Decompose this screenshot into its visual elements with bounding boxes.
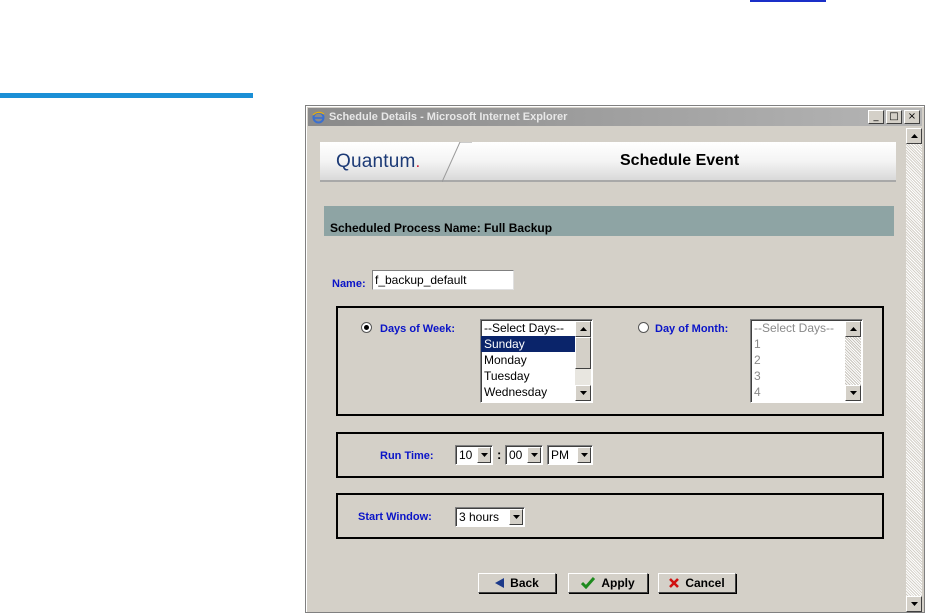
start-window-select[interactable]: 3 hours [455, 507, 525, 527]
run-time-ampm-value: PM [551, 448, 569, 462]
days-of-week-label: Days of Week: [380, 323, 455, 335]
list-item[interactable]: 3 [751, 368, 845, 384]
run-time-hour-select[interactable]: 10 [455, 445, 493, 465]
scroll-thumb[interactable] [575, 337, 591, 369]
days-of-week-scrollbar[interactable] [575, 321, 591, 401]
list-item[interactable]: 1 [751, 336, 845, 352]
window-title: Schedule Details - Microsoft Internet Ex… [329, 111, 568, 123]
day-of-month-listbox[interactable]: --Select Days-- 1 2 3 4 [750, 319, 863, 403]
name-label: Name: [332, 278, 366, 290]
day-of-month-scrollbar[interactable] [845, 321, 861, 401]
list-item[interactable]: Wednesday [481, 384, 575, 400]
day-of-month-radio[interactable] [638, 322, 649, 333]
list-item[interactable]: --Select Days-- [751, 320, 845, 336]
list-item[interactable]: --Select Days-- [481, 320, 575, 336]
list-item[interactable]: Monday [481, 352, 575, 368]
top-link-underline[interactable] [750, 0, 826, 2]
back-arrow-icon [495, 578, 505, 588]
page-banner: Quantum. Schedule Event [320, 142, 896, 182]
scroll-up-arrow-icon[interactable] [575, 321, 591, 337]
back-button[interactable]: Back [478, 573, 556, 593]
scroll-up-arrow-icon[interactable] [845, 321, 861, 337]
list-item[interactable]: 4 [751, 384, 845, 400]
minimize-button[interactable]: _ [868, 110, 884, 124]
apply-button[interactable]: Apply [568, 573, 648, 593]
scroll-down-arrow-icon[interactable] [575, 385, 591, 401]
start-window-panel: Start Window: 3 hours [336, 493, 884, 539]
time-separator: : [497, 447, 502, 462]
list-item[interactable]: 2 [751, 352, 845, 368]
run-time-hour-value: 10 [459, 448, 473, 462]
start-window-label: Start Window: [358, 511, 432, 523]
title-bar[interactable]: Schedule Details - Microsoft Internet Ex… [308, 108, 922, 126]
cancel-x-icon [669, 578, 680, 588]
chevron-down-icon[interactable] [577, 447, 591, 463]
internet-explorer-icon [311, 110, 325, 124]
banner-divider-icon [442, 142, 472, 182]
page-content: Quantum. Schedule Event Scheduled Proces… [308, 128, 906, 612]
scroll-up-arrow-icon[interactable] [906, 128, 922, 144]
window-scrollbar[interactable] [906, 128, 922, 612]
close-button[interactable]: × [904, 110, 920, 124]
run-time-label: Run Time: [380, 450, 434, 462]
run-time-panel: Run Time: 10 : 00 PM [336, 432, 884, 478]
start-window-value: 3 hours [459, 510, 500, 524]
name-input[interactable] [372, 270, 514, 290]
scroll-down-arrow-icon[interactable] [906, 596, 922, 612]
quantum-logo: Quantum. [336, 151, 421, 172]
scroll-track[interactable] [845, 337, 861, 385]
maximize-button[interactable]: □ [886, 110, 902, 124]
process-name: Scheduled Process Name: Full Backup [330, 221, 553, 235]
list-item[interactable]: Tuesday [481, 368, 575, 384]
list-item-selected[interactable]: Sunday [481, 336, 575, 352]
run-time-minute-value: 00 [509, 448, 523, 462]
day-of-month-label: Day of Month: [655, 323, 729, 335]
checkmark-icon [581, 577, 596, 589]
scroll-track[interactable] [906, 144, 922, 596]
day-selection-panel: Days of Week: --Select Days-- Sunday Mon… [336, 306, 884, 416]
chevron-down-icon[interactable] [477, 447, 491, 463]
run-time-ampm-select[interactable]: PM [547, 445, 593, 465]
back-button-label: Back [510, 576, 539, 590]
chevron-down-icon[interactable] [509, 509, 523, 525]
section-rule [0, 93, 253, 98]
browser-window: Schedule Details - Microsoft Internet Ex… [305, 105, 925, 613]
scroll-down-arrow-icon[interactable] [845, 385, 861, 401]
apply-button-label: Apply [601, 576, 635, 590]
run-time-minute-select[interactable]: 00 [505, 445, 543, 465]
cancel-button[interactable]: Cancel [658, 573, 736, 593]
process-header: Scheduled Process Name: Full Backup [324, 206, 894, 236]
chevron-down-icon[interactable] [527, 447, 541, 463]
cancel-button-label: Cancel [685, 576, 725, 590]
days-of-week-radio[interactable] [361, 322, 372, 333]
page-title: Schedule Event [620, 152, 740, 169]
days-of-week-listbox[interactable]: --Select Days-- Sunday Monday Tuesday We… [480, 319, 593, 403]
